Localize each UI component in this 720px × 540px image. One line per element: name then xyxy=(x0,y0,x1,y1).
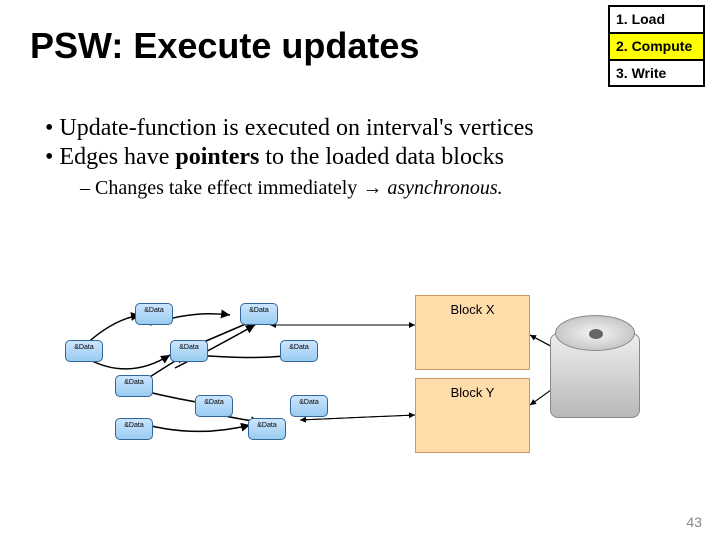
bullet-3-pre: Changes take effect immediately xyxy=(95,177,362,199)
bullet-2-bold: pointers xyxy=(175,144,259,170)
bullet-2: • Edges have pointers to the loaded data… xyxy=(45,144,690,171)
slide-title: PSW: Execute updates xyxy=(30,25,419,67)
disk-spindle xyxy=(589,329,603,339)
disk-icon xyxy=(550,315,640,435)
bullet-3-italic: asynchronous. xyxy=(382,177,502,199)
data-node: &Data xyxy=(290,395,328,417)
data-node: &Data xyxy=(135,303,173,325)
data-node: &Data xyxy=(170,340,208,362)
data-node: &Data xyxy=(280,340,318,362)
data-node: &Data xyxy=(195,395,233,417)
step-write: 3. Write xyxy=(610,61,703,86)
bullet-2-pre: Edges have xyxy=(59,144,175,170)
disk-platter xyxy=(555,315,635,351)
step-load: 1. Load xyxy=(610,7,703,34)
data-node: &Data xyxy=(248,418,286,440)
step-compute: 2. Compute xyxy=(610,34,703,61)
data-node: &Data xyxy=(115,418,153,440)
data-node: &Data xyxy=(240,303,278,325)
data-node: &Data xyxy=(65,340,103,362)
steps-panel: 1. Load 2. Compute 3. Write xyxy=(608,5,705,87)
bullet-list: • Update-function is executed on interva… xyxy=(45,115,690,200)
block-x: Block X xyxy=(415,295,530,370)
bullet-1-text: Update-function is executed on interval'… xyxy=(59,115,533,141)
page-number: 43 xyxy=(686,514,702,530)
bullet-3-arrow: → xyxy=(362,177,382,199)
data-node: &Data xyxy=(115,375,153,397)
bullet-2-post: to the loaded data blocks xyxy=(259,144,504,170)
diagram: &Data &Data &Data &Data &Data &Data &Dat… xyxy=(30,290,710,490)
block-y: Block Y xyxy=(415,378,530,453)
bullet-1: • Update-function is executed on interva… xyxy=(45,115,690,142)
bullet-3: – Changes take effect immediately → asyn… xyxy=(80,177,690,200)
